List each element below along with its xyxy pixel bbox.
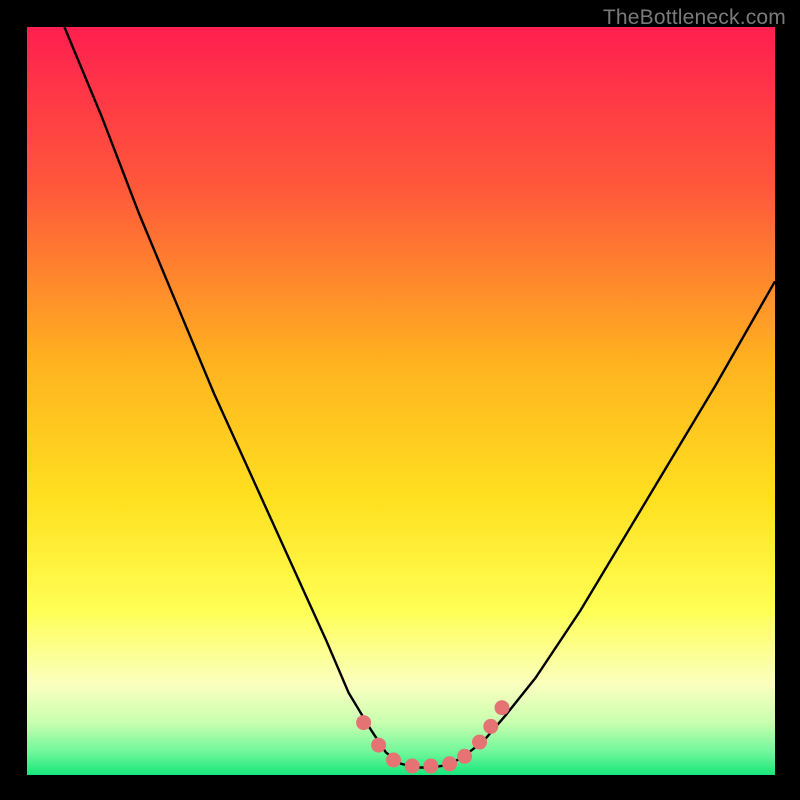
curve-marker bbox=[423, 759, 438, 774]
curve-marker bbox=[472, 735, 487, 750]
curve-marker bbox=[483, 719, 498, 734]
bottleneck-curve bbox=[27, 27, 775, 775]
curve-marker bbox=[442, 756, 457, 771]
curve-line bbox=[64, 27, 775, 768]
curve-marker bbox=[457, 749, 472, 764]
curve-marker bbox=[371, 738, 386, 753]
curve-marker bbox=[405, 759, 420, 774]
curve-marker bbox=[386, 753, 401, 768]
chart-frame: TheBottleneck.com bbox=[0, 0, 800, 800]
curve-marker bbox=[495, 700, 510, 715]
curve-marker bbox=[356, 715, 371, 730]
plot-area bbox=[27, 27, 775, 775]
watermark-text: TheBottleneck.com bbox=[603, 6, 786, 30]
